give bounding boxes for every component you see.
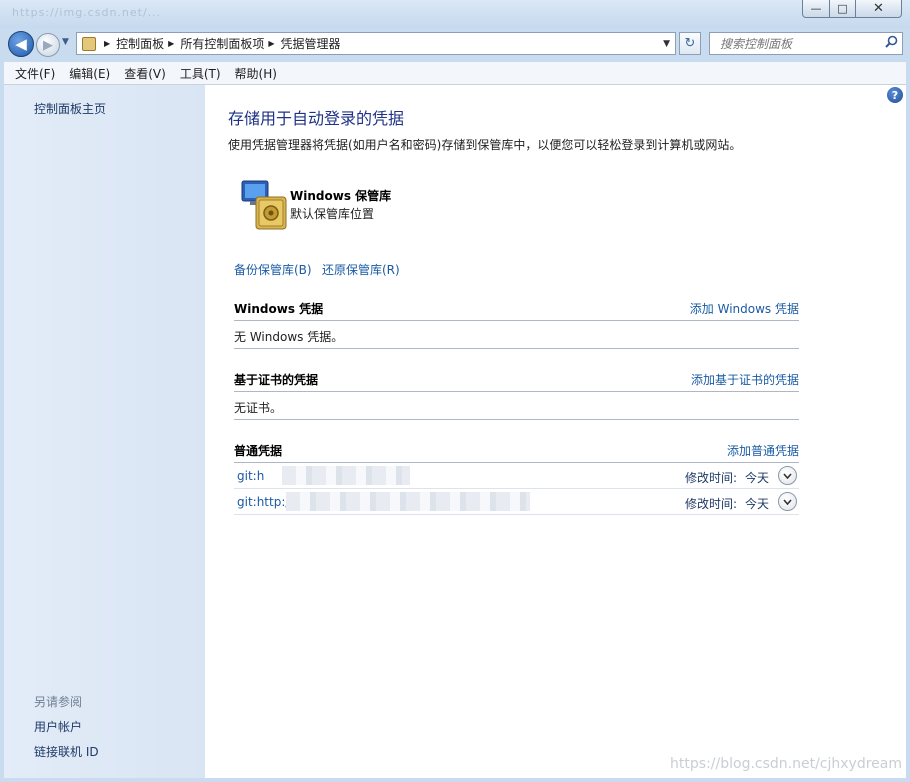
sidebar: 控制面板主页 另请参阅 用户帐户 链接联机 ID [4,85,205,778]
help-icon[interactable]: ? [887,87,903,103]
address-dropdown-icon[interactable]: ▼ [663,39,670,49]
control-panel-home-link[interactable]: 控制面板主页 [34,100,106,117]
add-generic-credential-link[interactable]: 添加普通凭据 [727,442,799,459]
menu-edit[interactable]: 编辑(E) [62,65,117,82]
breadcrumb-control-panel[interactable]: 控制面板 [116,35,164,52]
certificate-credentials-section: 基于证书的凭据 添加基于证书的凭据 无证书。 [234,368,799,420]
empty-message: 无 Windows 凭据。 [234,321,799,349]
maximize-button[interactable]: □ [830,0,856,18]
modified-label: 修改时间: [684,497,737,511]
modified-label: 修改时间: [684,471,737,485]
credential-name[interactable]: git:http:/ [237,495,289,509]
search-input[interactable] [710,36,880,51]
modified-value: 今天 [744,471,769,485]
expand-chevron-icon[interactable] [778,492,797,511]
title-bar: https://img.csdn.net/... — □ ✕ [0,0,910,28]
section-header: 普通凭据 添加普通凭据 [234,439,799,463]
navigation-bar: ◀ ▶ ▼ ▶ 控制面板 ▶ 所有控制面板项 ▶ 凭据管理器 ▼ ↻ [0,28,910,60]
credential-row[interactable]: git:h 修改时间: 今天 [234,463,799,489]
search-box[interactable] [709,32,903,55]
redacted-blur [286,492,530,511]
empty-message: 无证书。 [234,392,799,420]
close-button[interactable]: ✕ [856,0,902,18]
breadcrumb-separator-icon[interactable]: ▶ [268,39,274,48]
menu-file[interactable]: 文件(F) [8,65,62,82]
vault-icon [240,179,290,233]
menu-bar: 文件(F) 编辑(E) 查看(V) 工具(T) 帮助(H) [4,62,906,85]
page-title: 存储用于自动登录的凭据 [228,109,405,128]
breadcrumb-all-items[interactable]: 所有控制面板项 [180,35,264,52]
section-header: Windows 凭据 添加 Windows 凭据 [234,297,799,321]
menu-tools[interactable]: 工具(T) [173,65,228,82]
breadcrumb-credential-manager[interactable]: 凭据管理器 [281,35,341,52]
add-certificate-credential-link[interactable]: 添加基于证书的凭据 [691,371,799,388]
menu-view[interactable]: 查看(V) [117,65,173,82]
vault-title[interactable]: Windows 保管库 [290,187,391,204]
page-description: 使用凭据管理器将凭据(如用户名和密码)存储到保管库中，以便您可以轻松登录到计算机… [228,138,742,152]
credential-row[interactable]: git:http:/ 修改时间: 今天 [234,489,799,515]
refresh-button[interactable]: ↻ [679,32,701,55]
back-button[interactable]: ◀ [8,31,34,57]
watermark: https://blog.csdn.net/cjhxydream [670,756,902,772]
see-also-heading: 另请参阅 [34,695,83,709]
modified-value: 今天 [744,497,769,511]
generic-credentials-section: 普通凭据 添加普通凭据 git:h 修改时间: 今天 git:http:/ 修改时… [234,439,799,515]
address-bar[interactable]: ▶ 控制面板 ▶ 所有控制面板项 ▶ 凭据管理器 ▼ [76,32,676,55]
link-online-id-link[interactable]: 链接联机 ID [34,743,99,760]
expand-chevron-icon[interactable] [778,466,797,485]
menu-help[interactable]: 帮助(H) [228,65,284,82]
backup-vault-link[interactable]: 备份保管库(B) [234,261,312,278]
credential-name[interactable]: git:h [237,469,264,483]
add-windows-credential-link[interactable]: 添加 Windows 凭据 [690,300,799,317]
user-accounts-link[interactable]: 用户帐户 [34,718,82,735]
credential-modified: 修改时间: 今天 [685,495,769,512]
breadcrumb-separator-icon[interactable]: ▶ [168,39,174,48]
search-icon[interactable] [880,35,902,52]
minimize-button[interactable]: — [802,0,830,18]
windows-credentials-section: Windows 凭据 添加 Windows 凭据 无 Windows 凭据。 [234,297,799,349]
credential-modified: 修改时间: 今天 [685,469,769,486]
control-panel-icon [82,36,96,51]
section-title: Windows 凭据 [234,302,324,316]
section-title: 普通凭据 [234,444,283,458]
history-dropdown-icon[interactable]: ▼ [62,37,69,47]
vault-subtitle: 默认保管库位置 [290,207,375,221]
main-content: ? 存储用于自动登录的凭据 使用凭据管理器将凭据(如用户名和密码)存储到保管库中… [205,85,906,778]
section-title: 基于证书的凭据 [234,373,319,387]
forward-button[interactable]: ▶ [36,33,60,57]
redacted-blur [282,466,410,485]
restore-vault-link[interactable]: 还原保管库(R) [322,261,400,278]
section-header: 基于证书的凭据 添加基于证书的凭据 [234,368,799,392]
window-controls: — □ ✕ [802,0,902,18]
breadcrumb-separator-icon[interactable]: ▶ [104,39,110,48]
faded-tab-text: https://img.csdn.net/... [12,6,162,19]
